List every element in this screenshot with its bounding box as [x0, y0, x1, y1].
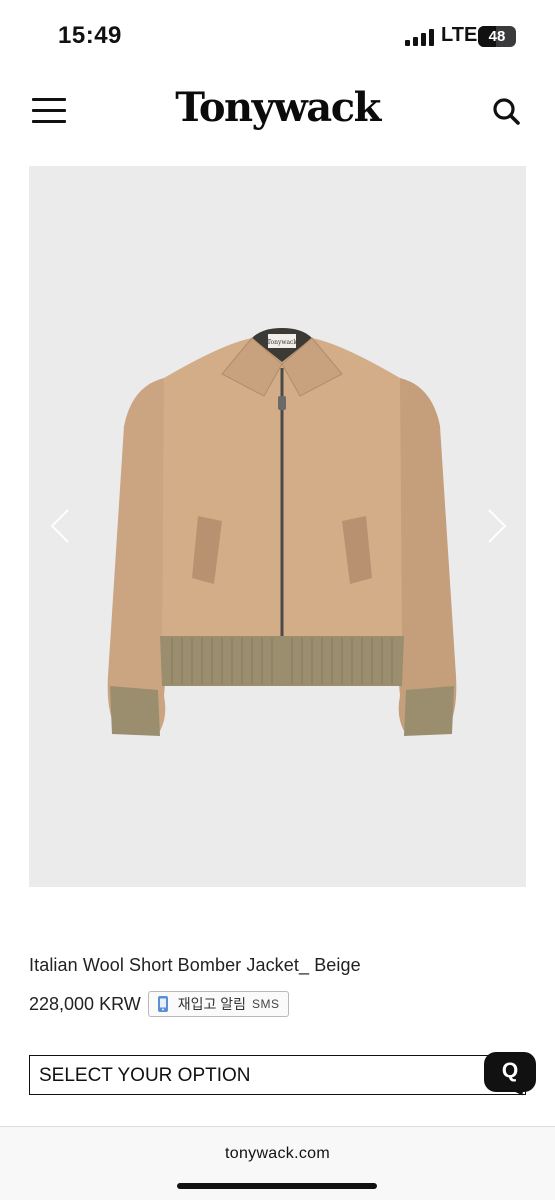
- product-image[interactable]: Tonywack: [29, 166, 526, 887]
- site-header: Tonywack: [0, 72, 555, 152]
- price-row: 228,000 KRW 재입고 알림 SMS: [29, 990, 526, 1018]
- brand-logo[interactable]: Tonywack: [0, 84, 555, 131]
- chat-icon: Q: [501, 1059, 519, 1082]
- sms-label: SMS: [252, 997, 280, 1011]
- battery-percentage: 48: [488, 28, 506, 45]
- search-icon: [493, 98, 520, 125]
- home-indicator[interactable]: [177, 1183, 377, 1189]
- search-button[interactable]: [490, 95, 522, 127]
- next-image-button[interactable]: [481, 506, 511, 546]
- status-bar: 15:49 LTE 48: [0, 0, 555, 72]
- battery-icon: 48: [478, 26, 516, 47]
- status-time: 15:49: [58, 22, 122, 49]
- bell-icon: [157, 996, 168, 1012]
- jacket-illustration: Tonywack: [107, 328, 457, 736]
- option-select-placeholder: SELECT YOUR OPTION: [39, 1065, 251, 1086]
- signal-icon: [405, 29, 435, 46]
- chevron-right-icon: [488, 509, 507, 543]
- restock-sms-button[interactable]: 재입고 알림 SMS: [147, 991, 289, 1017]
- browser-url-bar[interactable]: tonywack.com: [0, 1126, 555, 1200]
- option-select[interactable]: SELECT YOUR OPTION: [29, 1055, 526, 1095]
- network-label: LTE: [441, 24, 478, 46]
- garment-label: Tonywack: [267, 339, 297, 346]
- url-text: tonywack.com: [225, 1145, 330, 1162]
- product-price: 228,000 KRW: [29, 993, 141, 1014]
- previous-image-button[interactable]: [46, 506, 76, 546]
- product-name: Italian Wool Short Bomber Jacket_ Beige: [29, 955, 361, 975]
- product-info: Italian Wool Short Bomber Jacket_ Beige …: [29, 955, 526, 1018]
- chevron-left-icon: [50, 509, 69, 543]
- chat-button[interactable]: Q: [484, 1052, 536, 1092]
- restock-label: 재입고 알림: [177, 996, 247, 1012]
